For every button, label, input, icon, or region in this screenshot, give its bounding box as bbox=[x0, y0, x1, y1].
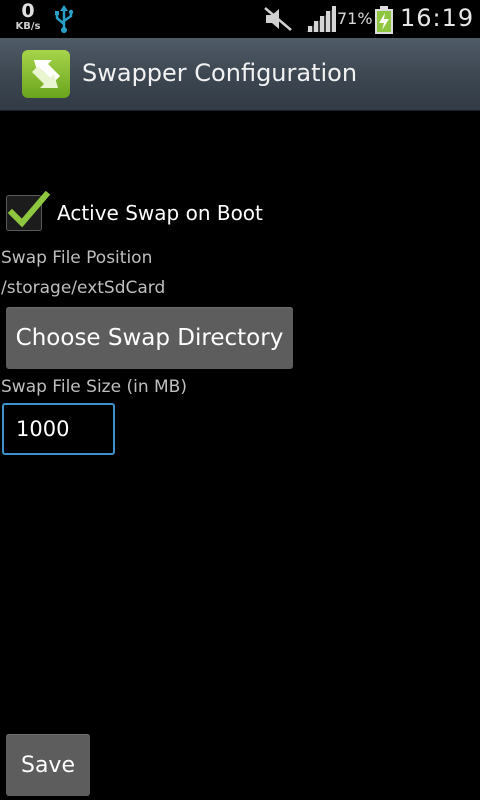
swap-size-input[interactable] bbox=[2, 403, 115, 455]
swap-size-label: Swap File Size (in MB) bbox=[1, 377, 187, 397]
active-swap-checkbox[interactable] bbox=[6, 190, 51, 231]
swap-position-value: /storage/extSdCard bbox=[1, 278, 166, 298]
active-swap-label: Active Swap on Boot bbox=[57, 201, 263, 225]
mute-icon bbox=[264, 7, 292, 35]
battery-charging-icon bbox=[374, 6, 394, 38]
choose-swap-directory-button[interactable]: Choose Swap Directory bbox=[6, 307, 293, 369]
network-speed-unit: KB/s bbox=[15, 21, 41, 32]
usb-icon bbox=[54, 5, 74, 37]
signal-icon bbox=[306, 6, 336, 36]
page-title: Swapper Configuration bbox=[82, 59, 358, 87]
action-bar: Swapper Configuration bbox=[0, 38, 480, 111]
swap-position-label: Swap File Position bbox=[1, 248, 153, 268]
checkmark-icon bbox=[7, 190, 51, 228]
status-bar: 0 KB/s 71% 16:19 bbox=[0, 0, 480, 38]
battery-percent: 71% bbox=[337, 9, 373, 28]
save-button[interactable]: Save bbox=[6, 734, 90, 796]
network-speed-value: 0 bbox=[21, 0, 35, 22]
network-speed: 0 KB/s bbox=[10, 2, 46, 32]
clock: 16:19 bbox=[400, 4, 475, 32]
swapper-app-icon bbox=[22, 50, 70, 98]
